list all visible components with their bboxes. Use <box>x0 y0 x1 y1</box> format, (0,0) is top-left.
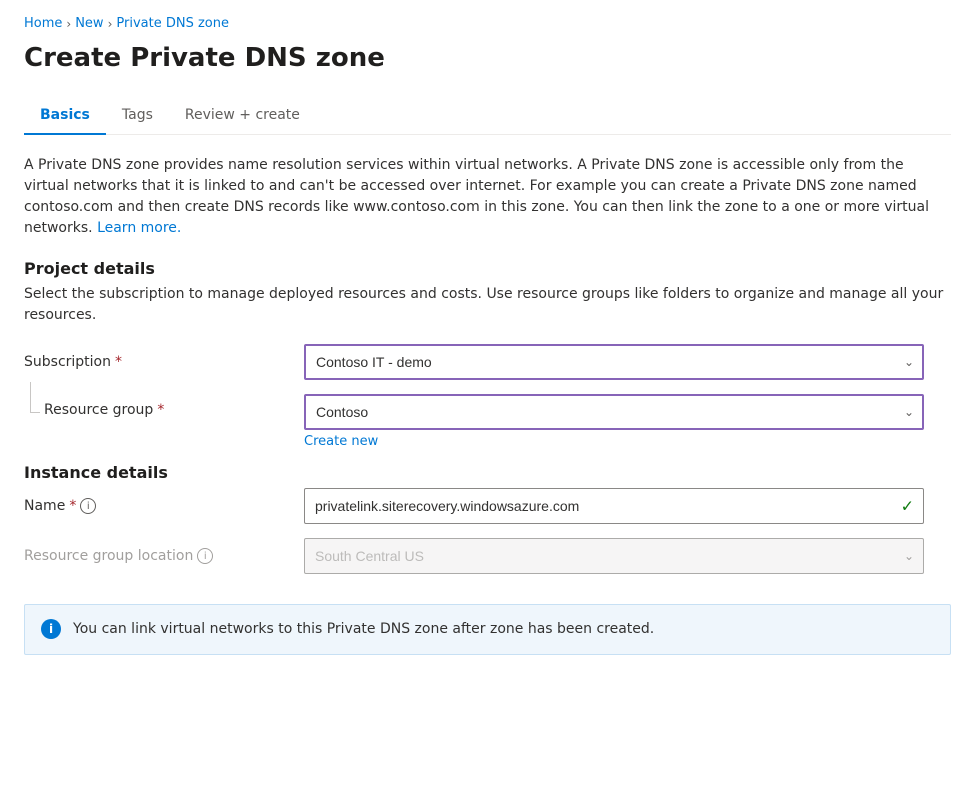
resource-group-required-star: * <box>157 402 164 418</box>
subscription-select[interactable]: Contoso IT - demo <box>304 344 924 380</box>
name-required-star: * <box>69 498 76 514</box>
location-select-wrapper: South Central US ⌄ <box>304 538 924 574</box>
breadcrumb-home[interactable]: Home <box>24 16 62 31</box>
tab-bar: Basics Tags Review + create <box>24 97 951 135</box>
project-details-section: Project details Select the subscription … <box>24 259 951 449</box>
name-input[interactable] <box>304 488 924 524</box>
name-label: Name * i <box>24 498 304 514</box>
info-banner-icon: i <box>41 619 61 639</box>
resource-group-label: Resource group * <box>44 402 164 418</box>
resource-group-control: Contoso ⌄ Create new <box>304 394 924 449</box>
resource-group-select-wrapper: Contoso ⌄ <box>304 394 924 430</box>
project-details-description: Select the subscription to manage deploy… <box>24 284 944 326</box>
breadcrumb-sep-2: › <box>108 17 113 31</box>
breadcrumb-new[interactable]: New <box>75 16 103 31</box>
learn-more-link[interactable]: Learn more. <box>97 220 181 236</box>
info-banner: i You can link virtual networks to this … <box>24 604 951 655</box>
breadcrumb: Home › New › Private DNS zone <box>24 16 951 31</box>
instance-details-title: Instance details <box>24 463 951 482</box>
tab-review-create[interactable]: Review + create <box>169 97 316 135</box>
subscription-label: Subscription * <box>24 354 304 370</box>
description-text: A Private DNS zone provides name resolut… <box>24 155 944 239</box>
name-input-wrapper: ✓ <box>304 488 924 524</box>
page-title: Create Private DNS zone <box>24 43 951 73</box>
instance-details-section: Instance details Name * i ✓ Resource gro… <box>24 463 951 574</box>
name-info-icon: i <box>80 498 96 514</box>
name-row: Name * i ✓ <box>24 488 951 524</box>
resource-group-select[interactable]: Contoso <box>304 394 924 430</box>
location-select: South Central US <box>304 538 924 574</box>
subscription-row: Subscription * Contoso IT - demo ⌄ <box>24 344 951 380</box>
subscription-required-star: * <box>115 354 122 370</box>
tab-basics[interactable]: Basics <box>24 97 106 135</box>
name-control: ✓ <box>304 488 924 524</box>
location-info-icon: i <box>197 548 213 564</box>
name-valid-icon: ✓ <box>901 497 914 516</box>
breadcrumb-private-dns[interactable]: Private DNS zone <box>116 16 229 31</box>
location-label: Resource group location i <box>24 548 304 564</box>
resource-group-row: Resource group * Contoso ⌄ Create new <box>24 394 951 449</box>
location-control: South Central US ⌄ <box>304 538 924 574</box>
subscription-select-wrapper: Contoso IT - demo ⌄ <box>304 344 924 380</box>
project-details-title: Project details <box>24 259 951 278</box>
create-new-link[interactable]: Create new <box>304 434 378 449</box>
info-banner-text: You can link virtual networks to this Pr… <box>73 619 654 640</box>
location-row: Resource group location i South Central … <box>24 538 951 574</box>
tab-tags[interactable]: Tags <box>106 97 169 135</box>
breadcrumb-sep-1: › <box>66 17 71 31</box>
subscription-control: Contoso IT - demo ⌄ <box>304 344 924 380</box>
